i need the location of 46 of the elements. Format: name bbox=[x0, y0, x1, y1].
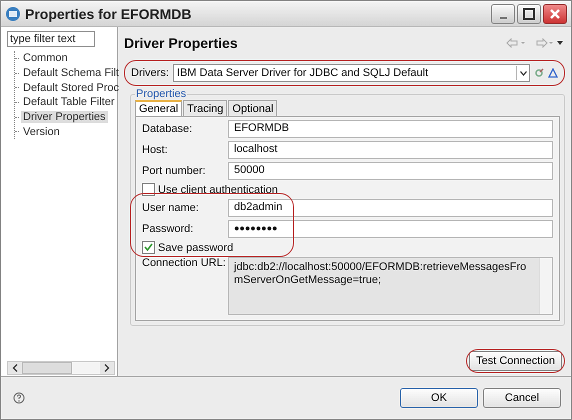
window-title: Properties for EFORMDB bbox=[25, 6, 192, 22]
filter-field[interactable]: type filter text bbox=[7, 31, 95, 47]
input-field[interactable]: localhost bbox=[228, 141, 553, 159]
tree-item[interactable]: Default Stored Proc bbox=[21, 82, 121, 94]
checkbox[interactable] bbox=[142, 183, 155, 196]
minimize-button[interactable] bbox=[491, 4, 515, 24]
tab[interactable]: Tracing bbox=[183, 100, 228, 116]
tab[interactable]: General bbox=[135, 100, 182, 116]
checkbox-label: Use client authentication bbox=[158, 184, 278, 196]
field-label: User name: bbox=[142, 202, 200, 214]
vertical-scrollbar[interactable] bbox=[539, 258, 552, 314]
close-icon bbox=[549, 8, 561, 20]
wrench-icon[interactable] bbox=[534, 68, 544, 78]
close-button[interactable] bbox=[543, 4, 567, 24]
group-title: Properties bbox=[135, 88, 188, 100]
tree-item[interactable]: Driver Properties bbox=[21, 111, 108, 124]
tab[interactable]: Optional bbox=[228, 100, 278, 116]
tree-item[interactable]: Common bbox=[21, 52, 70, 64]
input-field[interactable]: ●●●●●●●● bbox=[228, 220, 553, 238]
triangle-icon[interactable] bbox=[548, 68, 558, 78]
field-label: Password: bbox=[142, 223, 194, 235]
horizontal-scrollbar[interactable] bbox=[7, 361, 115, 375]
dialog-button[interactable]: Cancel bbox=[483, 388, 561, 408]
field-label: Database: bbox=[142, 123, 194, 135]
tree-item[interactable]: Default Table Filter bbox=[21, 96, 117, 108]
input-field[interactable]: 50000 bbox=[228, 162, 553, 180]
field-label: Host: bbox=[142, 144, 169, 156]
drivers-dropdown[interactable]: IBM Data Server Driver for JDBC and SQLJ Default bbox=[172, 64, 530, 82]
field-label: Port number: bbox=[142, 165, 207, 177]
tree-item[interactable]: Default Schema Filt bbox=[21, 67, 121, 80]
input-field[interactable]: db2admin bbox=[228, 199, 553, 217]
maximize-button[interactable] bbox=[517, 4, 541, 24]
help-icon[interactable] bbox=[13, 392, 25, 404]
field-label: Connection URL: bbox=[142, 257, 227, 269]
window-icon bbox=[5, 6, 21, 22]
dialog-button[interactable]: OK bbox=[400, 388, 478, 408]
test-connection-button[interactable]: Test Connection bbox=[469, 351, 562, 371]
checkbox-label: Save password bbox=[158, 242, 234, 254]
maximize-icon bbox=[523, 8, 535, 20]
checkbox[interactable] bbox=[142, 241, 155, 254]
minimize-icon bbox=[500, 16, 506, 18]
page-title: Driver Properties bbox=[124, 35, 238, 51]
tree-item[interactable]: Version bbox=[21, 126, 62, 138]
url-text-area[interactable]: jdbc:db2://localhost:50000/EFORMDB:retrieveMessagesFromServerOnGetMessage=true; bbox=[228, 257, 553, 315]
drivers-label: Drivers: bbox=[131, 67, 169, 79]
input-field[interactable]: EFORMDB bbox=[228, 120, 553, 138]
